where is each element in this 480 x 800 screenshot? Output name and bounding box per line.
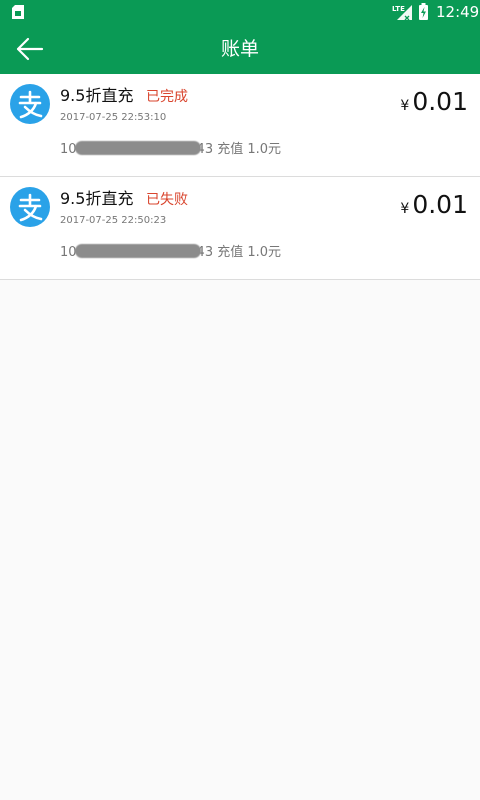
bill-amount: ¥0.01 xyxy=(400,187,468,227)
currency-symbol: ¥ xyxy=(400,98,410,114)
bill-description: 10 43 充值 1.0元 xyxy=(60,141,281,159)
redaction-mark xyxy=(74,244,201,258)
bill-list: 9.5折直充 已完成 2017-07-25 22:53:10 ¥0.01 10 4… xyxy=(0,74,480,280)
phone-prefix: 10 xyxy=(60,245,77,260)
app-bar: 账单 xyxy=(0,24,480,74)
bill-description: 10 43 充值 1.0元 xyxy=(60,244,281,262)
redaction-mark xyxy=(74,141,201,155)
sim-card-icon xyxy=(12,5,24,19)
back-button[interactable] xyxy=(12,31,48,67)
recharge-info: 43 充值 1.0元 xyxy=(196,142,282,157)
status-bar: LTE 12:49 xyxy=(0,0,480,24)
bill-title: 9.5折直充 xyxy=(60,86,134,105)
alipay-icon xyxy=(10,187,50,227)
bill-status: 已失败 xyxy=(146,192,188,208)
battery-charging-icon xyxy=(419,3,428,20)
amount-value: 0.01 xyxy=(412,87,468,116)
svg-text:LTE: LTE xyxy=(392,5,405,13)
recharge-info: 43 充值 1.0元 xyxy=(196,245,282,260)
phone-prefix: 10 xyxy=(60,142,77,157)
amount-value: 0.01 xyxy=(412,190,468,219)
bill-date: 2017-07-25 22:50:23 xyxy=(60,215,167,226)
bill-date: 2017-07-25 22:53:10 xyxy=(60,112,167,123)
bill-status: 已完成 xyxy=(146,89,188,105)
bill-title: 9.5折直充 xyxy=(60,189,134,208)
lte-signal-icon: LTE xyxy=(392,5,412,20)
page-title: 账单 xyxy=(220,38,259,60)
bill-amount: ¥0.01 xyxy=(400,84,468,124)
alipay-icon xyxy=(10,84,50,124)
clock: 12:49 xyxy=(436,3,480,21)
currency-symbol: ¥ xyxy=(400,201,410,217)
arrow-left-icon xyxy=(16,37,44,61)
bill-item[interactable]: 9.5折直充 已失败 2017-07-25 22:50:23 ¥0.01 10 4… xyxy=(0,177,480,280)
bill-item[interactable]: 9.5折直充 已完成 2017-07-25 22:53:10 ¥0.01 10 4… xyxy=(0,74,480,177)
